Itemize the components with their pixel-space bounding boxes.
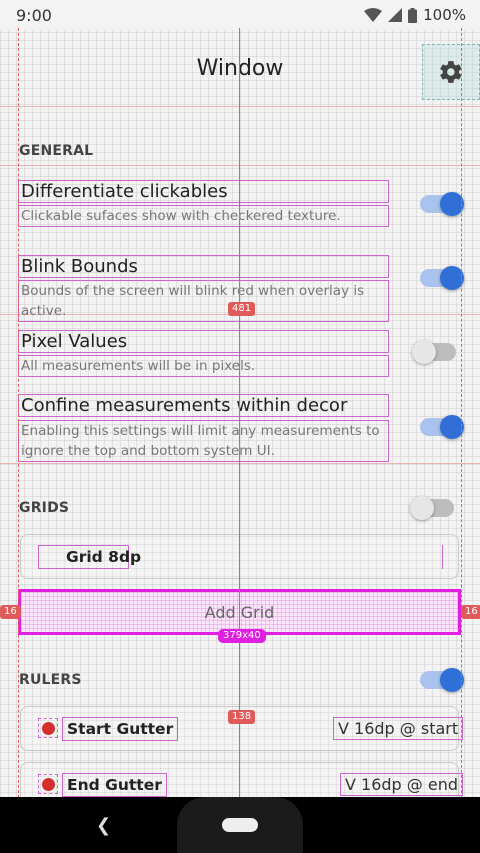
measure-badge-left: 16	[0, 605, 21, 619]
back-icon[interactable]: ❮	[96, 815, 111, 836]
toggle-knob	[410, 496, 434, 520]
measure-badge-size: 379x40	[218, 629, 266, 643]
setting-desc-pixel-values: All measurements will be in pixels.	[18, 355, 389, 377]
battery-level: 100%	[423, 6, 466, 24]
section-grids: GRIDS	[19, 500, 70, 516]
status-bar: 9:00 100%	[0, 0, 480, 30]
setting-desc-blink-bounds: Bounds of the screen will blink red when…	[18, 280, 389, 322]
setting-title-pixel-values: Pixel Values	[18, 330, 389, 353]
measure-badge-right: 16	[461, 605, 480, 619]
toggle-pixel-values[interactable]	[412, 340, 456, 364]
signal-icon	[388, 8, 403, 22]
toggle-differentiate-clickables[interactable]	[420, 192, 464, 216]
measure-badge-top: 481	[228, 302, 256, 316]
ruler-value-start-gutter: V 16dp @ start	[333, 717, 464, 740]
grid-item-divider	[442, 545, 443, 569]
settings-button[interactable]	[422, 44, 480, 100]
setting-title-differentiate-clickables: Differentiate clickables	[18, 180, 389, 203]
toggle-rulers[interactable]	[420, 668, 464, 692]
page-title: Window	[196, 55, 284, 81]
setting-title-confine-measurements: Confine measurements within decor	[18, 394, 389, 417]
setting-desc-confine-measurements: Enabling this settings will limit any me…	[18, 420, 389, 462]
measure-badge-bottom: 138	[228, 710, 256, 724]
guide-line	[0, 165, 480, 166]
toggle-confine-measurements[interactable]	[420, 415, 464, 439]
toolbar: Window	[0, 30, 480, 106]
ruler-color-dot	[38, 774, 58, 794]
section-general: GENERAL	[19, 143, 94, 159]
right-keyline-guide	[461, 28, 462, 798]
status-time: 9:00	[16, 5, 52, 25]
section-rulers: RULERS	[19, 672, 82, 688]
setting-desc-differentiate-clickables: Clickable sufaces show with checkered te…	[18, 205, 389, 227]
toggle-knob	[412, 340, 436, 364]
home-button[interactable]	[222, 818, 258, 832]
ruler-label-end-gutter: End Gutter	[62, 773, 167, 797]
left-keyline-guide	[18, 28, 19, 798]
toggle-blink-bounds[interactable]	[420, 266, 464, 290]
setting-title-blink-bounds: Blink Bounds	[18, 255, 389, 278]
toggle-grids[interactable]	[410, 496, 454, 520]
battery-icon	[408, 7, 418, 23]
guide-line	[0, 463, 480, 464]
ruler-value-end-gutter: V 16dp @ end	[340, 773, 464, 796]
guide-line	[0, 106, 480, 107]
wifi-icon	[364, 8, 383, 22]
ruler-color-dot	[38, 718, 58, 738]
center-measure-guide	[239, 28, 240, 798]
ruler-label-start-gutter: Start Gutter	[62, 717, 179, 741]
status-icons: 100%	[364, 6, 466, 24]
grid-item-label: Grid 8dp	[38, 545, 141, 569]
